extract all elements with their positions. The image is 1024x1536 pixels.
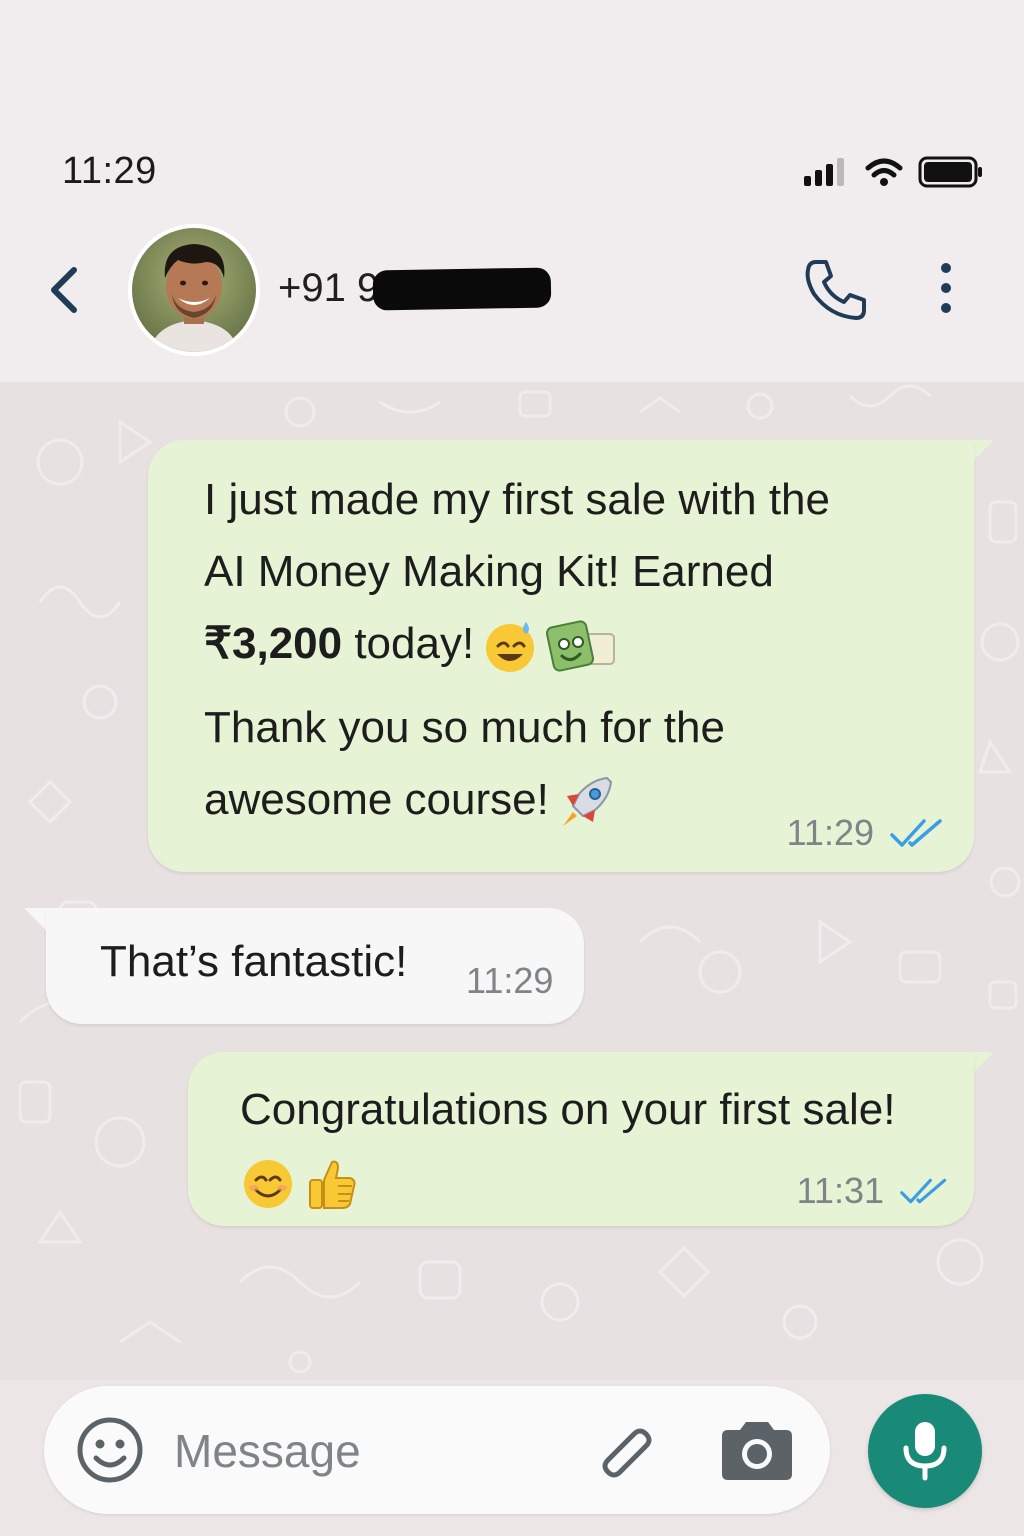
- message-composer: [44, 1386, 830, 1514]
- status-time: 11:29: [62, 150, 157, 192]
- phone-icon[interactable]: [800, 254, 872, 326]
- microphone-icon: [903, 1422, 947, 1481]
- smiling-face-emoji-icon: [244, 1160, 292, 1209]
- outgoing-message-bubble[interactable]: Congratulations on your first sale! 11:3…: [188, 1052, 974, 1226]
- message-meta: 11:29: [466, 960, 553, 1002]
- contact-photo: [132, 228, 256, 352]
- message-text-line: I just made my first sale with the AI Mo…: [204, 475, 830, 596]
- redaction-mark: [372, 266, 552, 311]
- thumbs-up-emoji-icon: [309, 1161, 356, 1210]
- message-time: 11:29: [786, 812, 874, 853]
- chat-area[interactable]: I just made my first sale with the AI Mo…: [0, 382, 1024, 1380]
- contact-name[interactable]: +91 9: [278, 266, 552, 311]
- message-text-line: Thank you so much for the awesome course…: [204, 703, 725, 824]
- battery-icon: [918, 156, 982, 188]
- camera-icon[interactable]: [716, 1416, 798, 1484]
- message-input[interactable]: [172, 1416, 556, 1486]
- message-text-line: today!: [342, 619, 475, 668]
- double-check-icon: [900, 1178, 947, 1204]
- avatar[interactable]: [128, 224, 260, 356]
- chat-screen: 11:29 +91 9 I just made my first sale wi…: [0, 0, 1024, 1536]
- message-meta: 11:29: [787, 812, 946, 854]
- double-check-icon: [890, 819, 942, 847]
- chat-header: +91 9: [0, 224, 1024, 383]
- smiley-icon[interactable]: [74, 1414, 146, 1486]
- message-time: 11:31: [796, 1170, 884, 1211]
- incoming-message-bubble[interactable]: That’s fantastic! 11:29: [46, 908, 584, 1024]
- message-text: That’s fantastic!: [100, 937, 408, 986]
- earned-amount: ₹3,200: [204, 619, 343, 668]
- status-icons: [802, 155, 984, 189]
- message-input-bar: [0, 1380, 1024, 1536]
- contact-number: +91 9: [278, 266, 380, 310]
- status-bar: 11:29: [0, 0, 1024, 230]
- message-time: 11:29: [466, 960, 554, 1001]
- message-meta: 11:31: [797, 1170, 950, 1212]
- message-text-line: Congratulations on your first sale!: [240, 1085, 896, 1134]
- chevron-left-icon[interactable]: [40, 260, 90, 320]
- wifi-icon: [865, 158, 903, 186]
- kebab-menu-icon[interactable]: [922, 258, 970, 318]
- sweat-smile-emoji-icon: [486, 622, 535, 673]
- microphone-button[interactable]: [868, 1394, 982, 1508]
- signal-icon: [804, 158, 844, 186]
- paperclip-icon[interactable]: [590, 1416, 658, 1484]
- money-face-emoji-icon: [546, 620, 616, 672]
- message-text: I just made my first sale with the AI Mo…: [204, 464, 944, 680]
- rocket-emoji-icon: [562, 777, 612, 827]
- outgoing-message-bubble[interactable]: I just made my first sale with the AI Mo…: [148, 440, 974, 872]
